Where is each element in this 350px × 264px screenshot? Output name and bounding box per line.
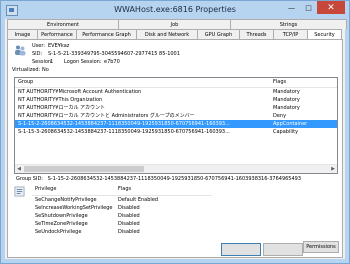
list-item[interactable]: SeIncreaseWorkingSetPrivilege Disabled xyxy=(32,204,212,212)
security-page: User: EVE¥kaz SID: S-1-5-21-339349795-30… xyxy=(7,39,343,258)
group-name: S-1-15-2-2608634532-1453884237-111835004… xyxy=(18,121,230,127)
group-flags: Mandatory xyxy=(273,105,300,111)
maximize-button[interactable]: □ xyxy=(300,1,317,14)
list-item[interactable]: SeTimeZonePrivilege Disabled xyxy=(32,220,212,228)
tab-performance[interactable]: Performance xyxy=(37,29,77,39)
privilege-flags: Disabled xyxy=(118,213,140,219)
privilege-flags: Disabled xyxy=(118,221,140,227)
privilege-flags: Disabled xyxy=(118,229,140,235)
privileges-list[interactable]: Privilege Flags SeChangeNotifyPrivilege … xyxy=(32,186,212,236)
groups-list[interactable]: Group Flags NT AUTHORITY¥Microsoft Accou… xyxy=(14,77,338,174)
groups-header: Group Flags xyxy=(15,78,337,88)
group-flags: Mandatory xyxy=(273,97,300,103)
cancel-button[interactable] xyxy=(263,243,303,256)
permissions-button[interactable]: Permissions xyxy=(303,241,339,253)
ok-button[interactable] xyxy=(221,243,261,256)
group-name: NT AUTHORITY¥Microsoft Account Authentic… xyxy=(18,89,142,95)
privilege-name: SeUndockPrivilege xyxy=(35,229,82,235)
virtualized-label: Virtualized: xyxy=(12,67,41,73)
group-name: NT AUTHORITY¥This Organization xyxy=(18,97,103,103)
group-column-header[interactable]: Group xyxy=(15,78,270,87)
virtualized-row: Virtualized: No xyxy=(12,67,49,73)
group-flags: Mandatory xyxy=(273,89,300,95)
user-label: User: xyxy=(32,43,45,49)
privilege-flags: Disabled xyxy=(118,205,140,211)
session-row: Session: 1 Logon Session: e7b70 xyxy=(32,59,120,65)
list-item[interactable]: SeShutdownPrivilege Disabled xyxy=(32,212,212,220)
virtualized-value: No xyxy=(42,67,49,73)
privilege-name: SeShutdownPrivilege xyxy=(35,213,88,219)
scroll-right-icon[interactable]: ▶ xyxy=(329,165,337,173)
minimize-button[interactable]: — xyxy=(283,1,300,14)
group-sid-value: S-1-15-2-2608634532-1453884237-111835004… xyxy=(47,176,302,182)
list-item[interactable]: NT AUTHORITY¥This Organization Mandatory xyxy=(15,96,337,104)
flags-column-header[interactable]: Flags xyxy=(270,78,333,87)
privileges-header: Privilege Flags xyxy=(32,186,212,196)
privilege-icon xyxy=(14,186,25,197)
dialog-client: Environment Job Strings Image Performanc… xyxy=(5,19,347,259)
user-value: EVE¥kaz xyxy=(48,43,70,49)
group-sid-row: Group SID: S-1-15-2-2608634532-145388423… xyxy=(16,176,301,182)
sid-label: SID: xyxy=(32,51,43,57)
tab-tcpip[interactable]: TCP/IP xyxy=(273,29,308,39)
privilege-flags: Default Enabled xyxy=(118,197,159,203)
horizontal-scrollbar[interactable]: ◀ ▶ xyxy=(15,164,337,173)
privilege-name: SeChangeNotifyPrivilege xyxy=(35,197,97,203)
privilege-name: SeIncreaseWorkingSetPrivilege xyxy=(35,205,113,211)
tab-job[interactable]: Job xyxy=(118,19,231,29)
user-row: User: EVE¥kaz xyxy=(32,43,69,49)
group-flags: Deny xyxy=(273,113,287,119)
tab-image[interactable]: Image xyxy=(7,29,38,39)
group-name: NT AUTHORITY¥ローカル アカウント xyxy=(18,105,106,111)
scroll-left-icon[interactable]: ◀ xyxy=(15,165,23,173)
tab-row-back: Environment Job Strings xyxy=(7,19,347,29)
list-item[interactable]: SeUndockPrivilege Disabled xyxy=(32,228,212,236)
privilege-column-header[interactable]: Privilege xyxy=(32,186,115,195)
tab-disk-and-network[interactable]: Disk and Network xyxy=(136,29,198,39)
logon-session-label: Logon Session: xyxy=(64,59,102,65)
tab-gpu-graph[interactable]: GPU Graph xyxy=(197,29,240,39)
caption-buttons: — □ ✕ xyxy=(283,1,345,15)
list-item-selected[interactable]: S-1-15-2-2608634532-1453884237-111835004… xyxy=(15,120,337,128)
sid-value: S-1-5-21-339349795-3045594607-2977415 85… xyxy=(48,51,180,57)
list-item[interactable]: SeChangeNotifyPrivilege Default Enabled xyxy=(32,196,212,204)
tab-performance-graph[interactable]: Performance Graph xyxy=(76,29,137,39)
privilege-name: SeTimeZonePrivilege xyxy=(35,221,88,227)
privileges-section: Privilege Flags SeChangeNotifyPrivilege … xyxy=(14,186,338,244)
tab-threads[interactable]: Threads xyxy=(239,29,274,39)
session-value: 1 xyxy=(50,59,54,65)
group-name: S-1-15-3-2608634532-1453884237-111835004… xyxy=(18,129,230,135)
group-flags: AppContainer xyxy=(273,121,308,127)
sid-row: SID: S-1-5-21-339349795-3045594607-29774… xyxy=(32,51,180,57)
group-flags: Capability xyxy=(273,129,299,135)
list-item[interactable]: NT AUTHORITY¥ローカル アカウントと Administrators … xyxy=(15,112,337,120)
scroll-thumb[interactable] xyxy=(24,166,144,172)
title-bar: WWAHost.exe:6816 Properties — □ ✕ xyxy=(1,1,349,19)
tab-environment[interactable]: Environment xyxy=(7,19,119,29)
users-icon xyxy=(15,45,26,56)
group-name: NT AUTHORITY¥ローカル アカウントと Administrators … xyxy=(18,113,195,119)
group-sid-label: Group SID: xyxy=(16,176,43,182)
list-item[interactable]: S-1-15-3-2608634532-1453884237-111835004… xyxy=(15,128,337,136)
close-button[interactable]: ✕ xyxy=(317,1,345,14)
list-item[interactable]: NT AUTHORITY¥Microsoft Account Authentic… xyxy=(15,88,337,96)
privilege-flags-column-header[interactable]: Flags xyxy=(115,186,198,195)
list-item[interactable]: NT AUTHORITY¥ローカル アカウント Mandatory xyxy=(15,104,337,112)
logon-session-value: e7b70 xyxy=(104,59,120,65)
properties-window: WWAHost.exe:6816 Properties — □ ✕ Enviro… xyxy=(0,0,350,264)
tab-strings[interactable]: Strings xyxy=(230,19,347,29)
tab-row-front: Image Performance Performance Graph Disk… xyxy=(7,29,342,40)
